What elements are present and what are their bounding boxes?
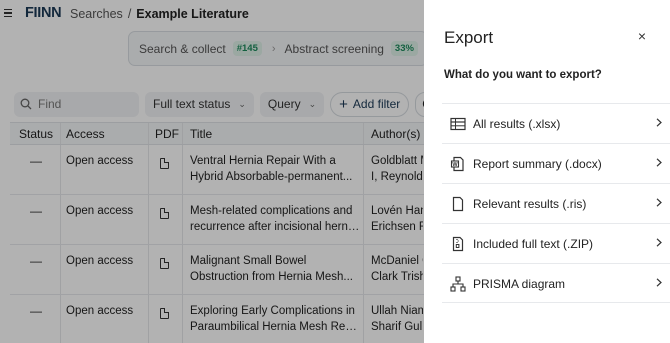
- chevron-right-icon: [656, 118, 662, 127]
- export-option-xlsx[interactable]: All results (.xlsx): [442, 103, 670, 143]
- export-option-ris[interactable]: Relevant results (.ris): [442, 183, 670, 223]
- export-option-docx[interactable]: W Report summary (.docx): [442, 143, 670, 183]
- export-option-prisma[interactable]: PRISMA diagram: [442, 263, 670, 303]
- export-option-label: Report summary (.docx): [473, 157, 602, 171]
- export-option-label: Included full text (.ZIP): [473, 237, 594, 251]
- export-option-label: PRISMA diagram: [473, 277, 566, 291]
- export-option-label: All results (.xlsx): [473, 117, 561, 131]
- file-icon: [452, 196, 464, 212]
- word-document-icon: W: [450, 156, 464, 172]
- export-option-zip[interactable]: Included full text (.ZIP): [442, 223, 670, 263]
- chevron-right-icon: [656, 238, 662, 247]
- table-icon: [450, 117, 466, 131]
- svg-text:W: W: [452, 162, 458, 168]
- export-options: All results (.xlsx) W Report summary (.d…: [442, 103, 670, 303]
- export-option-label: Relevant results (.ris): [473, 197, 587, 211]
- modal-backdrop[interactable]: [0, 0, 424, 343]
- chevron-right-icon: [656, 278, 662, 287]
- export-title: Export: [444, 28, 494, 47]
- chevron-right-icon: [656, 198, 662, 207]
- flow-diagram-icon: [450, 276, 466, 292]
- close-icon[interactable]: ×: [635, 29, 649, 43]
- chevron-right-icon: [656, 158, 662, 167]
- zip-file-icon: [452, 236, 464, 252]
- export-drawer: Export × What do you want to export? All…: [424, 0, 670, 343]
- export-question: What do you want to export?: [444, 69, 602, 81]
